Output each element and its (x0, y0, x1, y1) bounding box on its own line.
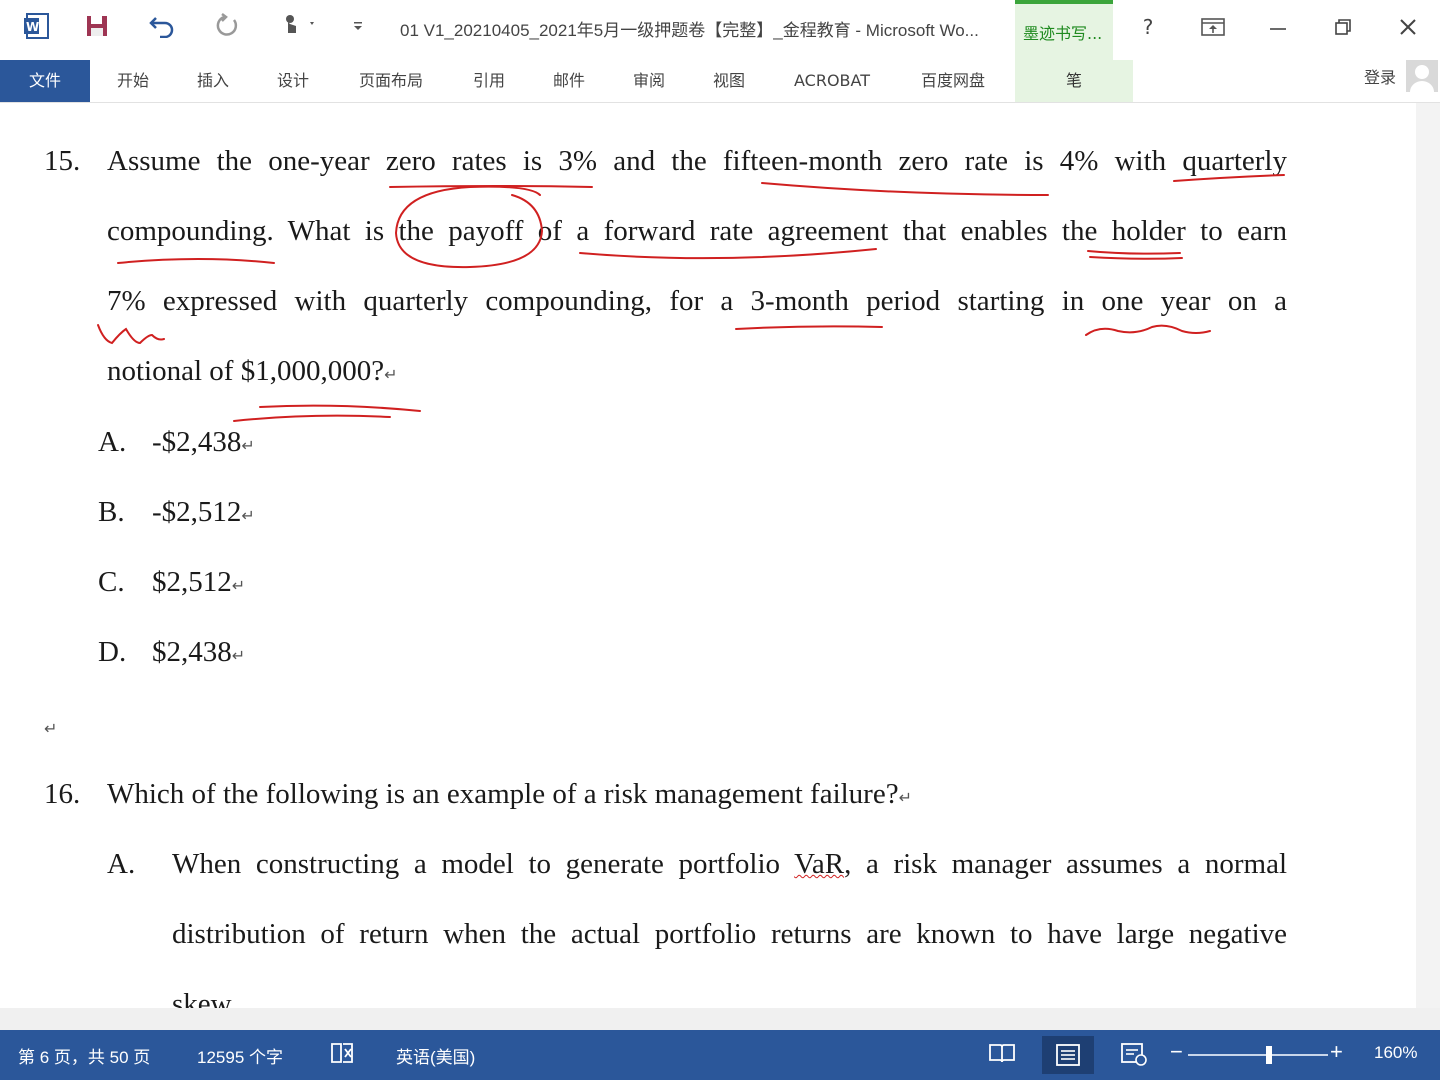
language-indicator[interactable]: 英语(美国) (396, 1043, 475, 1068)
close-icon (1400, 19, 1416, 35)
tab-design[interactable]: 设计 (264, 60, 322, 102)
ink-squiggle-seven-percent (97, 324, 165, 345)
repeat-icon[interactable] (210, 8, 244, 44)
question-16-number: 16. (44, 778, 81, 810)
ribbon-tabs: 文件 开始 插入 设计 页面布局 引用 邮件 审阅 视图 ACROBAT 百度网… (0, 60, 1440, 103)
option-a-text: -$2,438 (152, 426, 242, 458)
web-layout-icon[interactable] (1120, 1041, 1148, 1072)
option-c: C. $2,512↵ (98, 566, 245, 599)
question-16-option-a-line-3: skew. (172, 988, 237, 1008)
zoom-level[interactable]: 160% (1374, 1043, 1417, 1063)
option-b-text: -$2,512 (152, 496, 242, 528)
svg-text:W: W (26, 20, 39, 34)
option-a-line-1-end: , a risk manager assumes a normal (844, 848, 1288, 880)
question-16-text: Which of the following is an example of … (107, 778, 912, 811)
title-bar: W 01 V1_20210405_2021年5月一级押题卷【完整】_金程教育 -… (0, 0, 1440, 60)
question-15-number: 15. (44, 145, 81, 177)
word-logo-icon: W (20, 8, 52, 44)
option-b: B. -$2,512↵ (98, 496, 255, 529)
save-icon[interactable] (80, 8, 114, 44)
print-layout-icon[interactable] (1042, 1036, 1094, 1074)
window-title: 01 V1_20210405_2021年5月一级押题卷【完整】_金程教育 - M… (400, 21, 979, 40)
option-d-letter: D. (98, 636, 127, 668)
spelling-flag-var: VaR (794, 848, 845, 880)
paragraph-mark: ↵ (384, 365, 398, 384)
tab-view[interactable]: 视图 (700, 60, 758, 102)
question-15-line-4: notional of $1,000,000?↵ (107, 355, 397, 388)
user-icon (1410, 65, 1434, 92)
restore-button[interactable] (1323, 10, 1363, 44)
minimize-button[interactable] (1258, 10, 1298, 44)
tab-pen[interactable]: 笔 (1015, 60, 1133, 102)
customize-toolbar-icon[interactable] (348, 8, 368, 44)
option-c-letter: C. (98, 566, 125, 598)
option-c-text: $2,512 (152, 566, 232, 598)
ink-underline-zero-rates (389, 185, 593, 188)
zoom-in-button[interactable]: + (1330, 1039, 1343, 1065)
zoom-slider-track[interactable] (1188, 1054, 1328, 1056)
empty-paragraph-mark: ↵ (44, 719, 58, 738)
restore-icon (1335, 19, 1351, 35)
tab-insert[interactable]: 插入 (184, 60, 242, 102)
question-16-option-a-line-2: distribution of return when the actual p… (172, 918, 1287, 950)
tab-acrobat[interactable]: ACROBAT (780, 60, 884, 102)
question-15-line-3: 7% expressed with quarterly compounding,… (107, 285, 1287, 317)
minimize-icon (1270, 28, 1286, 30)
ink-underline-notional-2 (233, 414, 391, 422)
ink-underline-forward-rate-agreement (579, 248, 877, 260)
read-mode-icon[interactable] (988, 1041, 1016, 1070)
ink-underline-holder-2 (1089, 256, 1183, 260)
zoom-out-button[interactable]: − (1170, 1039, 1183, 1065)
option-d-text: $2,438 (152, 636, 232, 668)
paragraph-mark: ↵ (231, 576, 246, 595)
tab-mailings[interactable]: 邮件 (540, 60, 598, 102)
question-15-line-4-text: notional of $1,000,000? (107, 355, 385, 387)
paragraph-mark: ↵ (231, 646, 246, 665)
tab-baidu-netdisk[interactable]: 百度网盘 (905, 60, 1001, 102)
ribbon-display-icon (1201, 18, 1225, 36)
ribbon-display-options-button[interactable] (1193, 10, 1233, 44)
undo-icon[interactable] (145, 8, 179, 44)
paragraph-mark: ↵ (241, 436, 255, 455)
ink-underline-compounding (117, 258, 275, 264)
question-16-question: Which of the following is an example of … (107, 778, 899, 810)
question-15-line-1: Assume the one-year zero rates is 3% and… (107, 145, 1287, 177)
page-count[interactable]: 第 6 页，共 50 页 (18, 1043, 150, 1068)
tab-page-layout[interactable]: 页面布局 (345, 60, 437, 102)
ink-underline-holder (1087, 250, 1181, 255)
vertical-scrollbar[interactable] (1416, 103, 1440, 1008)
login-link[interactable]: 登录 (1364, 64, 1396, 88)
ink-tools-label: 墨迹书写... (1023, 24, 1103, 43)
ink-underline-fifteen-month (761, 182, 1049, 196)
ink-underline-3-month (735, 325, 883, 330)
avatar[interactable] (1406, 60, 1438, 92)
horizontal-scroll-area (0, 1008, 1440, 1030)
paragraph-mark: ↵ (241, 506, 255, 525)
ink-tools-tab[interactable]: 墨迹书写... (1015, 0, 1113, 60)
paragraph-mark: ↵ (898, 788, 912, 807)
close-button[interactable] (1388, 10, 1428, 44)
option-b-letter: B. (98, 496, 125, 528)
option-a-line-1-start: When constructing a model to generate po… (172, 848, 795, 880)
status-bar: 第 6 页，共 50 页 12595 个字 英语(美国) − + 160% (0, 1030, 1440, 1080)
option-a-letter: A. (98, 426, 127, 458)
tab-references[interactable]: 引用 (460, 60, 518, 102)
word-count[interactable]: 12595 个字 (197, 1043, 283, 1068)
help-button[interactable]: ? (1128, 10, 1168, 44)
option-a: A. -$2,438↵ (98, 426, 255, 459)
zoom-slider-thumb[interactable] (1265, 1046, 1272, 1064)
question-15-line-2: compounding. What is the payoff of a for… (107, 215, 1287, 247)
ink-underline-notional (259, 404, 421, 412)
tab-review[interactable]: 审阅 (620, 60, 678, 102)
option-d: D. $2,438↵ (98, 636, 245, 669)
question-16-option-a-letter: A. (107, 848, 136, 880)
tab-home[interactable]: 开始 (104, 60, 162, 102)
question-16-option-a-line-1: When constructing a model to generate po… (172, 848, 1287, 881)
tab-file[interactable]: 文件 (0, 60, 90, 102)
document-page[interactable]: 15. Assume the one-year zero rates is 3%… (0, 103, 1416, 1008)
ink-squiggle-one-year (1085, 324, 1211, 336)
touch-mode-icon[interactable] (275, 8, 321, 44)
proofing-icon[interactable] (330, 1041, 356, 1070)
